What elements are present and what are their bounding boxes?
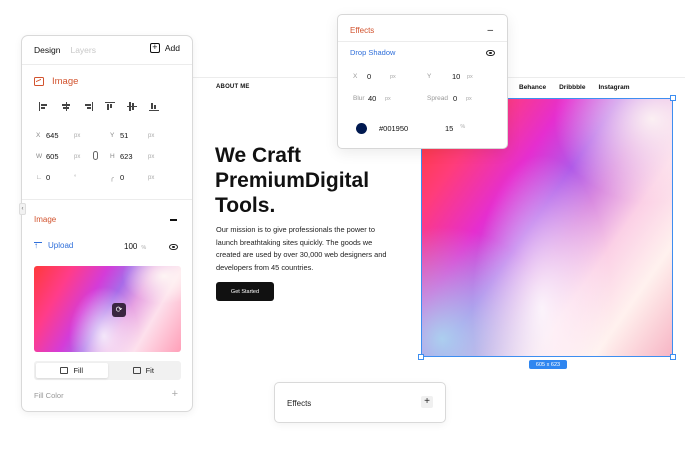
align-right-icon[interactable] (83, 102, 93, 111)
align-center-v-icon[interactable] (127, 102, 137, 111)
add-fill-color-icon[interactable]: + (172, 388, 178, 400)
image-fill-section-title: Image (34, 215, 57, 224)
design-panel: Design Layers + Add Image X 645 px Y 51 … (19, 35, 193, 412)
rotation-field[interactable]: ∟ 0 ° (36, 173, 76, 182)
fit-icon (132, 367, 141, 374)
collapse-effects-icon[interactable]: – (487, 25, 493, 36)
w-field[interactable]: W 605 px (36, 152, 80, 161)
angle-icon: ∟ (36, 174, 43, 181)
get-started-button[interactable]: Get Started (216, 282, 274, 301)
radius-value: 0 (120, 173, 125, 182)
nav-about-link[interactable]: ABOUT ME (216, 84, 250, 90)
rotation-value: 0 (46, 173, 51, 182)
fill-icon (60, 367, 69, 374)
resize-handle-top-right[interactable] (670, 95, 676, 101)
y-value: 51 (120, 131, 129, 140)
h-value: 623 (120, 152, 133, 161)
alignment-toolbar (39, 102, 159, 111)
fit-option[interactable]: Fit (108, 363, 180, 378)
tab-layers[interactable]: Layers (70, 45, 96, 55)
visibility-eye-icon[interactable] (169, 244, 178, 250)
align-top-icon[interactable] (105, 102, 115, 111)
upload-icon (34, 241, 42, 250)
image-section-header: Image (34, 76, 78, 87)
effects-section-title: Effects (287, 399, 312, 408)
fill-option[interactable]: Fill (36, 363, 108, 378)
effects-section: Effects + (274, 382, 446, 423)
shadow-opacity-field[interactable]: 15 % (445, 124, 465, 133)
add-effect-button[interactable]: + (421, 396, 433, 408)
add-label: Add (164, 43, 180, 53)
nav-behance-link[interactable]: Behance (519, 84, 546, 91)
collapse-section-icon[interactable] (170, 219, 177, 221)
shadow-spread-field[interactable]: Spread 0 px (427, 94, 472, 103)
add-button[interactable]: + Add (149, 43, 180, 53)
divider (338, 41, 507, 42)
divider (22, 199, 192, 200)
hero-mission-text: Our mission is to give professionals the… (216, 225, 387, 272)
panel-tabs: Design Layers (34, 45, 96, 55)
image-icon (34, 77, 44, 86)
plus-icon: + (149, 43, 160, 53)
x-value: 645 (46, 131, 59, 140)
nav-dribbble-link[interactable]: Dribbble (559, 84, 585, 91)
fill-color-label: Fill Color (34, 391, 64, 400)
effects-title: Effects (350, 26, 375, 35)
drop-shadow-label[interactable]: Drop Shadow (350, 48, 395, 57)
x-field[interactable]: X 645 px (36, 131, 80, 140)
h-field[interactable]: H 623 px (110, 152, 154, 161)
section-title: Image (52, 76, 79, 87)
corner-radius-field[interactable]: ╭ 0 px (110, 173, 154, 182)
shadow-blur-field[interactable]: Blur 40 px (353, 94, 391, 103)
shadow-y-field[interactable]: Y 10 px (427, 72, 473, 81)
site-nav: Behance Dribbble Instagram (519, 84, 630, 91)
align-center-h-icon[interactable] (61, 102, 71, 111)
constrain-link-icon[interactable] (93, 151, 98, 160)
align-left-icon[interactable] (39, 102, 49, 111)
fill-fit-toggle: Fill Fit (34, 361, 181, 380)
tab-design[interactable]: Design (34, 45, 60, 55)
corner-radius-icon: ╭ (110, 174, 114, 182)
replace-image-icon[interactable]: ⟳ (112, 303, 126, 317)
size-badge: 605 x 623 (529, 360, 567, 369)
effects-popover: Effects – Drop Shadow X 0 px Y 10 px Blu… (337, 14, 508, 149)
upload-button[interactable]: Upload (34, 241, 73, 250)
resize-handle-bottom-left[interactable] (418, 354, 424, 360)
collapse-panel-icon[interactable]: ‹ (19, 203, 26, 215)
divider (22, 64, 192, 65)
shadow-x-field[interactable]: X 0 px (353, 72, 396, 81)
shadow-color-hex[interactable]: #001950 (379, 124, 408, 133)
y-field[interactable]: Y 51 px (110, 131, 154, 140)
image-opacity-field[interactable]: 100 % (124, 242, 146, 251)
nav-instagram-link[interactable]: Instagram (598, 84, 629, 91)
align-bottom-icon[interactable] (149, 102, 159, 111)
image-thumbnail[interactable]: ⟳ (34, 266, 181, 352)
w-value: 605 (46, 152, 59, 161)
resize-handle-bottom-right[interactable] (670, 354, 676, 360)
shadow-color-swatch[interactable] (356, 123, 367, 134)
shadow-visibility-eye-icon[interactable] (486, 50, 495, 56)
hero-headline: We Craft PremiumDigital Tools. (215, 144, 370, 217)
